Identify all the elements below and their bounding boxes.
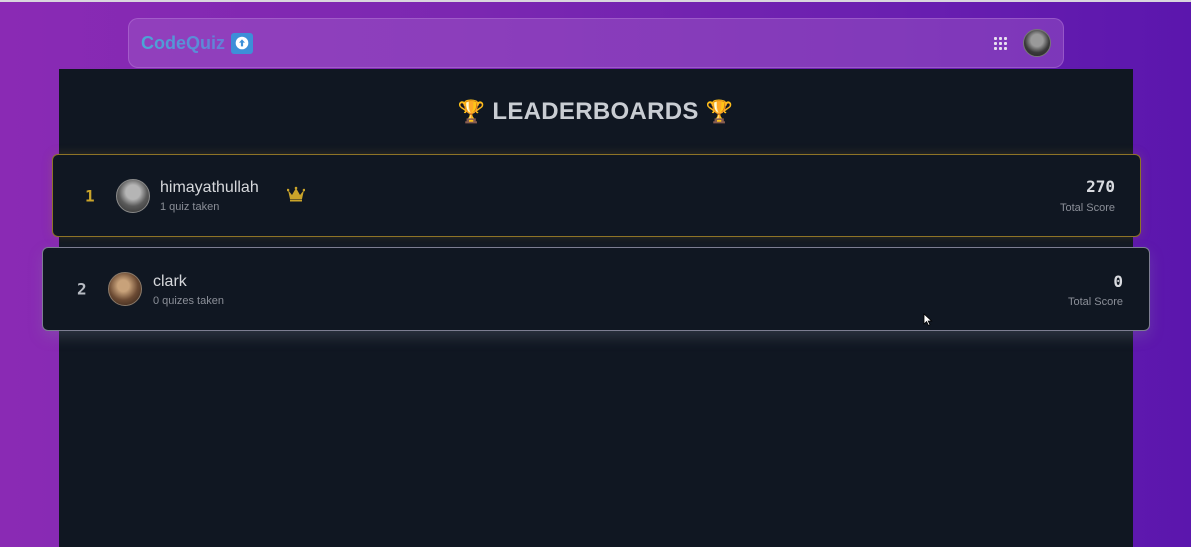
user-avatar[interactable]: [1023, 29, 1051, 57]
apps-grid-icon[interactable]: [993, 36, 1007, 50]
player-name: himayathullah: [160, 179, 259, 196]
page-title: 🏆 LEADERBOARDS 🏆: [0, 98, 1191, 126]
player-name: clark: [153, 273, 187, 290]
total-score-label: Total Score: [1067, 296, 1123, 308]
total-score-value: 0: [1113, 272, 1123, 291]
upload-arrow-icon: [231, 32, 253, 54]
quiz-count: 1 quiz taken: [160, 201, 220, 213]
avatar: [108, 272, 142, 306]
rank-number: 2: [77, 279, 87, 299]
total-score-value: 270: [1086, 177, 1115, 196]
window-top-border: [0, 0, 1191, 2]
brand-logo[interactable]: CodeQuiz: [141, 32, 253, 54]
total-score-label: Total Score: [1059, 202, 1115, 214]
navbar-actions: [993, 29, 1051, 57]
leaderboard-row[interactable]: 1 himayathullah 1 quiz taken 270 Total S…: [52, 154, 1141, 237]
quiz-count: 0 quizes taken: [153, 295, 224, 307]
mouse-cursor-icon: [923, 313, 933, 326]
brand-name: CodeQuiz: [141, 32, 225, 53]
rank-number: 1: [85, 186, 95, 205]
leaderboard-row[interactable]: 2 clark 0 quizes taken 0 Total Score: [42, 247, 1150, 331]
navbar: CodeQuiz: [128, 18, 1064, 68]
trophy-icon: 🏆: [705, 99, 734, 124]
trophy-icon: 🏆: [457, 99, 486, 124]
page-title-text: LEADERBOARDS: [492, 98, 699, 125]
crown-icon: [287, 186, 305, 202]
avatar: [116, 178, 150, 213]
